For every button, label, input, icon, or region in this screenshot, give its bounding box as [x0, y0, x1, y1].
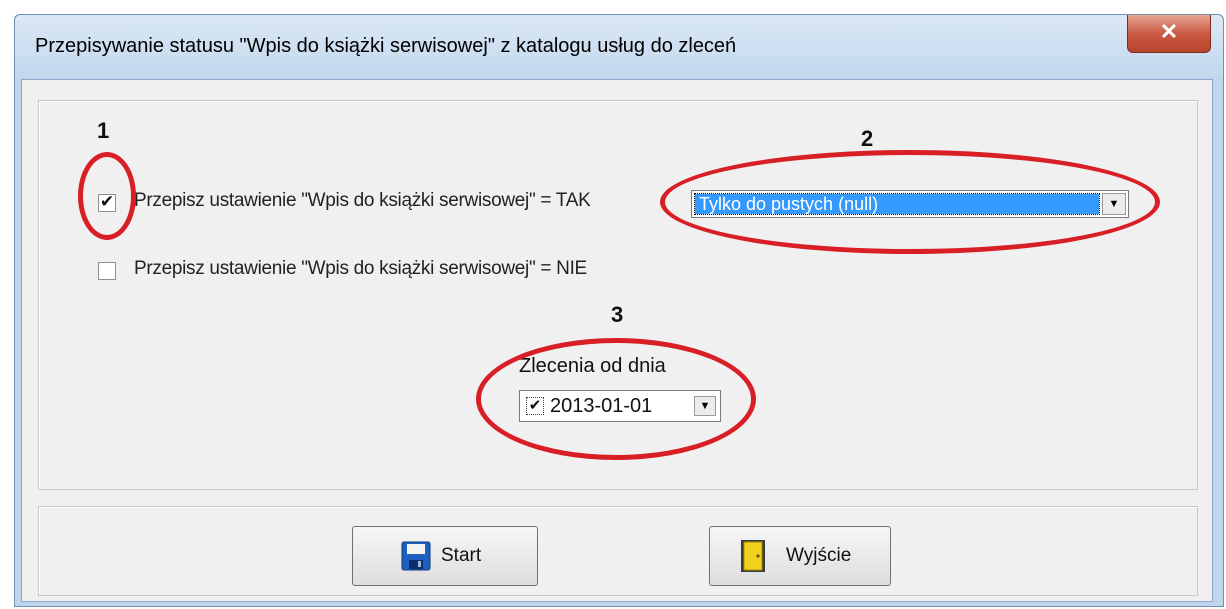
annotation-circle-2: [660, 150, 1160, 254]
title-bar[interactable]: Przepisywanie statusu "Wpis do książki s…: [15, 15, 1223, 77]
exit-button[interactable]: Wyjście: [709, 526, 891, 586]
door-icon: [741, 540, 765, 572]
copy-no-label: Przepisz ustawienie "Wpis do książki ser…: [134, 258, 587, 279]
save-disk-icon: [401, 541, 431, 571]
exit-button-label: Wyjście: [786, 545, 852, 566]
annotation-number-2: 2: [861, 126, 874, 151]
annotation-circle-3: [476, 338, 756, 460]
annotation-number-3: 3: [611, 302, 624, 327]
start-button-label: Start: [441, 545, 482, 566]
close-icon: ✕: [1159, 19, 1179, 44]
window-title: Przepisywanie statusu "Wpis do książki s…: [35, 35, 737, 57]
annotation-circle-1: [78, 152, 136, 240]
start-button[interactable]: Start: [352, 526, 538, 586]
copy-no-checkbox[interactable]: [98, 262, 116, 280]
copy-yes-label: Przepisz ustawienie "Wpis do książki ser…: [134, 190, 591, 211]
button-bar: [38, 506, 1198, 596]
close-button[interactable]: ✕: [1127, 15, 1211, 53]
annotation-number-1: 1: [97, 118, 110, 143]
